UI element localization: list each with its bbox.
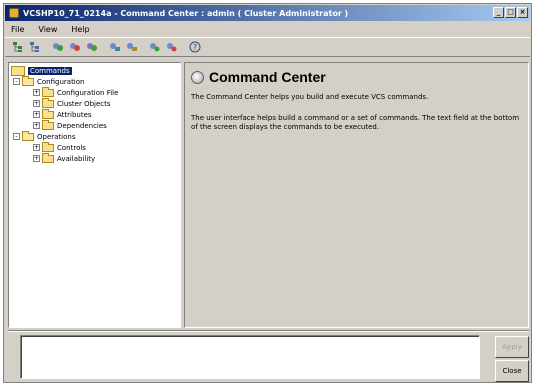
window-controls: _ □ × (493, 7, 528, 18)
expand-icon[interactable]: + (33, 144, 40, 151)
toolbar: ? (5, 37, 530, 57)
tree-node-label[interactable]: Dependencies (57, 122, 107, 130)
system-icon[interactable] (125, 40, 139, 54)
tree-node-configuration[interactable]: - Configuration (11, 75, 180, 87)
tree-node-dependencies[interactable]: + Dependencies (11, 119, 180, 131)
group-icon[interactable] (51, 40, 65, 54)
collapse-icon[interactable]: - (13, 133, 20, 140)
tree-node-label[interactable]: Configuration File (57, 89, 118, 97)
detail-header: Command Center (191, 69, 326, 85)
menu-help[interactable]: Help (69, 25, 91, 34)
tree-node-label[interactable]: Configuration (37, 78, 84, 86)
tree-node-label[interactable]: Controls (57, 144, 86, 152)
commands-folder-icon (11, 65, 25, 76)
apply-button[interactable]: Apply (495, 336, 529, 358)
folder-icon (42, 152, 54, 163)
resource-icon[interactable] (85, 40, 99, 54)
folder-icon (42, 86, 54, 97)
command-input[interactable] (20, 335, 480, 379)
folder-icon (42, 97, 54, 108)
collapse-icon[interactable]: - (13, 78, 20, 85)
tree-node-label[interactable]: Cluster Objects (57, 100, 111, 108)
expand-icon[interactable]: + (33, 89, 40, 96)
tree-node-label[interactable]: Availability (57, 155, 95, 163)
close-window-button[interactable]: × (517, 7, 528, 18)
resource-icon[interactable] (108, 40, 122, 54)
help-icon[interactable]: ? (188, 40, 202, 54)
menu-file[interactable]: File (9, 25, 26, 34)
folder-icon (42, 108, 54, 119)
tree-view-icon[interactable] (11, 40, 25, 54)
menu-bar: File View Help (5, 22, 530, 36)
tree-node-attributes[interactable]: + Attributes (11, 108, 180, 120)
online-icon[interactable] (165, 40, 179, 54)
tree-node-configuration-file[interactable]: + Configuration File (11, 86, 180, 98)
command-center-window: VCSHP10_71_0214a - Command Center : admi… (3, 3, 532, 383)
maximize-button[interactable]: □ (505, 7, 516, 18)
expand-icon[interactable]: + (33, 122, 40, 129)
app-icon (9, 8, 19, 18)
detail-instructions: The user interface helps build a command… (191, 114, 520, 131)
tree-root-label[interactable]: Commands (28, 66, 72, 75)
detail-pane: Command Center The Command Center helps … (184, 62, 529, 328)
group-icon[interactable] (68, 40, 82, 54)
command-tree[interactable]: Commands - Configuration + Configuration… (8, 62, 181, 328)
svg-text:?: ? (193, 43, 197, 52)
command-center-icon (191, 70, 204, 84)
expand-icon[interactable]: + (33, 100, 40, 107)
tree-node-cluster-objects[interactable]: + Cluster Objects (11, 97, 180, 109)
tree-view-icon[interactable] (28, 40, 42, 54)
folder-open-icon (22, 75, 34, 86)
minimize-button[interactable]: _ (493, 7, 504, 18)
tree-node-label[interactable]: Operations (37, 133, 75, 141)
close-button[interactable]: Close (495, 360, 529, 382)
page-title: Command Center (209, 69, 326, 85)
detail-description: The Command Center helps you build and e… (191, 93, 429, 101)
tree-node-label[interactable]: Attributes (57, 111, 92, 119)
divider (8, 330, 529, 332)
tree-root[interactable]: Commands (11, 65, 180, 76)
folder-icon (42, 141, 54, 152)
expand-icon[interactable]: + (33, 111, 40, 118)
tree-node-availability[interactable]: + Availability (11, 152, 180, 164)
expand-icon[interactable]: + (33, 155, 40, 162)
folder-icon (42, 119, 54, 130)
menu-view[interactable]: View (36, 25, 59, 34)
title-bar[interactable]: VCSHP10_71_0214a - Command Center : admi… (5, 5, 530, 21)
tree-node-controls[interactable]: + Controls (11, 141, 180, 153)
window-title: VCSHP10_71_0214a - Command Center : admi… (23, 8, 349, 18)
system-icon[interactable] (148, 40, 162, 54)
folder-open-icon (22, 130, 34, 141)
tree-node-operations[interactable]: - Operations (11, 130, 180, 142)
